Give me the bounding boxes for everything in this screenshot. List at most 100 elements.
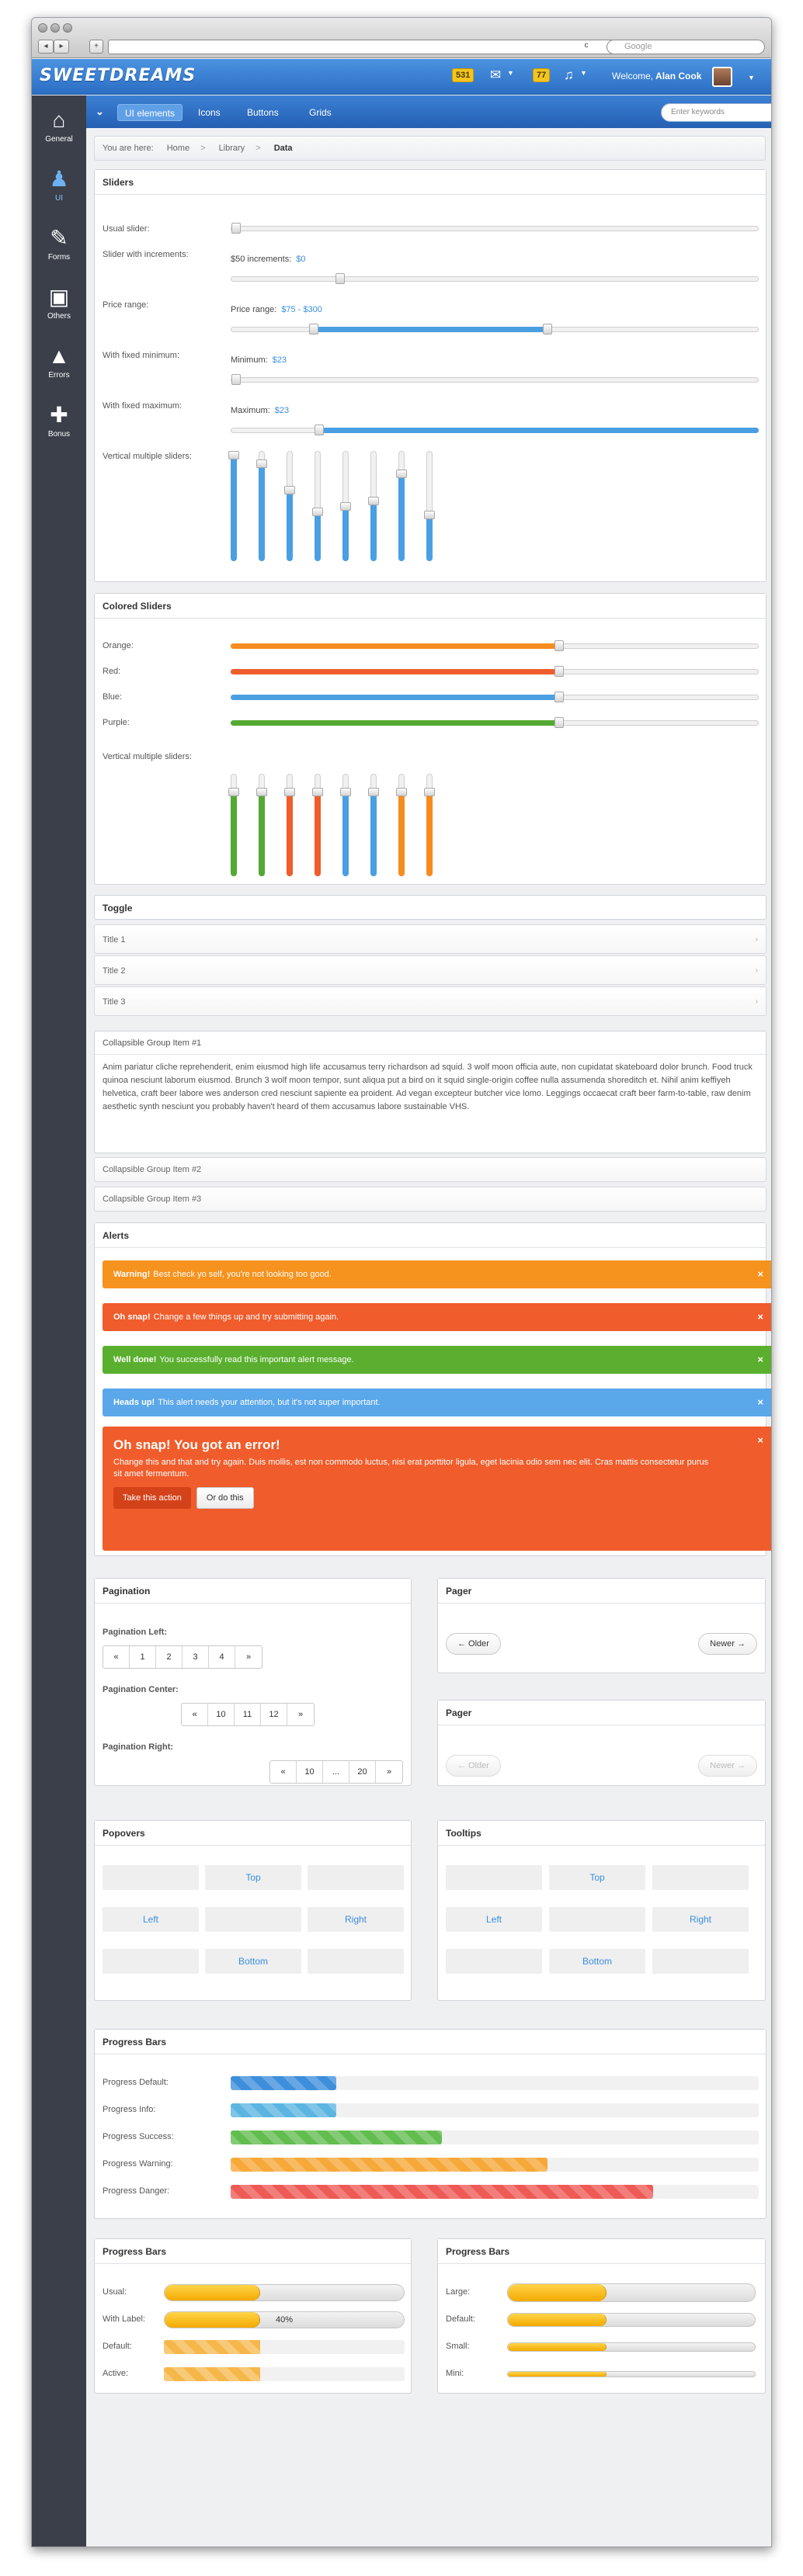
vertical-slider[interactable] [228, 774, 239, 876]
slider-handle[interactable] [231, 374, 241, 385]
page-link[interactable]: » [287, 1704, 314, 1725]
slider-handle[interactable] [312, 508, 323, 516]
tab-ui-elements[interactable]: UI elements [117, 104, 183, 121]
fixed-max-slider[interactable] [231, 425, 759, 435]
popover-right-button[interactable]: Right [308, 1907, 404, 1932]
sidebar-item-forms[interactable]: ✎ Forms [32, 226, 86, 262]
browser-search-field[interactable]: Google [607, 40, 765, 54]
breadcrumb-library[interactable]: Library [219, 144, 245, 153]
collapsible-header[interactable]: Collapsible Group Item #3 [94, 1187, 766, 1212]
close-window-icon[interactable] [38, 23, 47, 33]
new-tab-button[interactable]: + [89, 40, 103, 54]
vertical-slider[interactable] [312, 451, 323, 561]
chevron-down-icon[interactable]: ▼ [748, 74, 755, 81]
vertical-slider[interactable] [256, 451, 267, 561]
sidebar-item-others[interactable]: ▣ Others [32, 285, 86, 321]
avatar[interactable] [712, 67, 732, 87]
colored-slider[interactable] [231, 692, 759, 702]
close-icon[interactable]: × [757, 1434, 763, 1446]
bell-icon[interactable]: ♫ [564, 68, 574, 83]
slider-handle[interactable] [312, 788, 323, 796]
close-icon[interactable]: × [757, 1389, 763, 1416]
vertical-slider[interactable] [424, 451, 435, 561]
take-action-button[interactable]: Take this action [113, 1487, 191, 1509]
colored-slider[interactable] [231, 717, 759, 728]
sidebar-item-bonus[interactable]: ✚ Bonus [32, 403, 86, 439]
search-input[interactable]: Enter keywords [661, 103, 771, 122]
tasks-badge[interactable]: 77 [533, 68, 551, 82]
alternative-action-button[interactable]: Or do this [196, 1487, 254, 1509]
messages-icon[interactable]: ✉ [490, 68, 501, 83]
tooltip-right-button[interactable]: Right [652, 1907, 749, 1932]
page-link[interactable]: 4 [209, 1646, 235, 1668]
collapsible-header[interactable]: Collapsible Group Item #1 [95, 1031, 766, 1055]
tooltip-bottom-button[interactable]: Bottom [549, 1949, 645, 1974]
slider-handle[interactable] [335, 273, 345, 284]
toggle-item[interactable]: Title 3 › [94, 986, 766, 1016]
tab-icons[interactable]: Icons [191, 104, 228, 121]
collapsible-header[interactable]: Collapsible Group Item #2 [94, 1157, 766, 1182]
minimize-window-icon[interactable] [50, 23, 60, 33]
slider-handle[interactable] [424, 511, 435, 519]
vertical-slider[interactable] [368, 774, 379, 876]
app-logo[interactable]: SWEETDREAMS [40, 66, 196, 85]
popover-bottom-button[interactable]: Bottom [205, 1949, 301, 1974]
page-link[interactable]: « [103, 1646, 130, 1668]
notification-badge[interactable]: 531 [452, 68, 474, 82]
slider-handle[interactable] [228, 451, 239, 459]
slider-handle[interactable] [284, 788, 295, 796]
vertical-slider[interactable] [340, 774, 351, 876]
slider-handle[interactable] [554, 666, 564, 677]
tooltip-top-button[interactable]: Top [549, 1865, 645, 1890]
tooltip-left-button[interactable]: Left [446, 1907, 542, 1932]
slider-handle[interactable] [309, 324, 319, 335]
reload-icon[interactable]: c [580, 40, 593, 54]
vertical-slider[interactable] [312, 774, 323, 876]
page-link[interactable]: » [235, 1646, 262, 1668]
chevron-down-icon[interactable]: ⌄ [96, 106, 104, 118]
page-link[interactable]: ... [323, 1761, 349, 1783]
toggle-item[interactable]: Title 1 › [94, 924, 766, 954]
vertical-slider[interactable] [368, 451, 379, 561]
page-link[interactable]: 20 [349, 1761, 376, 1783]
close-icon[interactable]: × [757, 1346, 763, 1374]
user-name[interactable]: Alan Cook [655, 71, 701, 81]
slider-handle[interactable] [340, 502, 351, 511]
toggle-item[interactable]: Title 2 › [94, 955, 766, 985]
page-link[interactable]: 10 [208, 1704, 235, 1725]
vertical-slider[interactable] [396, 451, 407, 561]
sidebar-item-general[interactable]: ⌂ General [32, 108, 86, 144]
usual-slider[interactable] [231, 223, 759, 234]
url-bar[interactable] [108, 40, 627, 54]
slider-handle[interactable] [368, 788, 379, 796]
sidebar-item-errors[interactable]: ▲ Errors [32, 344, 86, 380]
popover-left-button[interactable]: Left [103, 1907, 199, 1932]
pager-newer-button[interactable]: Newer → [698, 1633, 757, 1655]
page-link[interactable]: « [270, 1761, 297, 1783]
vertical-slider[interactable] [284, 774, 295, 876]
slider-handle[interactable] [340, 788, 351, 796]
page-link[interactable]: 3 [182, 1646, 209, 1668]
colored-slider[interactable] [231, 640, 759, 651]
slider-handle[interactable] [396, 788, 407, 796]
colored-slider[interactable] [231, 666, 759, 677]
page-link[interactable]: 1 [130, 1646, 156, 1668]
page-link[interactable]: « [182, 1704, 208, 1725]
vertical-slider[interactable] [340, 451, 351, 561]
page-link[interactable]: 2 [156, 1646, 182, 1668]
slider-handle[interactable] [542, 324, 552, 335]
slider-handle[interactable] [256, 459, 267, 468]
page-link[interactable]: 12 [261, 1704, 287, 1725]
slider-handle[interactable] [284, 486, 295, 494]
slider-handle[interactable] [231, 223, 241, 234]
page-link[interactable]: » [376, 1761, 402, 1783]
close-icon[interactable]: × [757, 1303, 763, 1331]
page-link[interactable]: 11 [235, 1704, 261, 1725]
slider-handle[interactable] [368, 497, 379, 505]
close-icon[interactable]: × [757, 1260, 763, 1288]
tab-buttons[interactable]: Buttons [240, 104, 286, 121]
zoom-window-icon[interactable] [63, 23, 72, 33]
slider-handle[interactable] [554, 692, 564, 702]
breadcrumb-home[interactable]: Home [167, 144, 189, 153]
slider-handle[interactable] [554, 640, 564, 651]
